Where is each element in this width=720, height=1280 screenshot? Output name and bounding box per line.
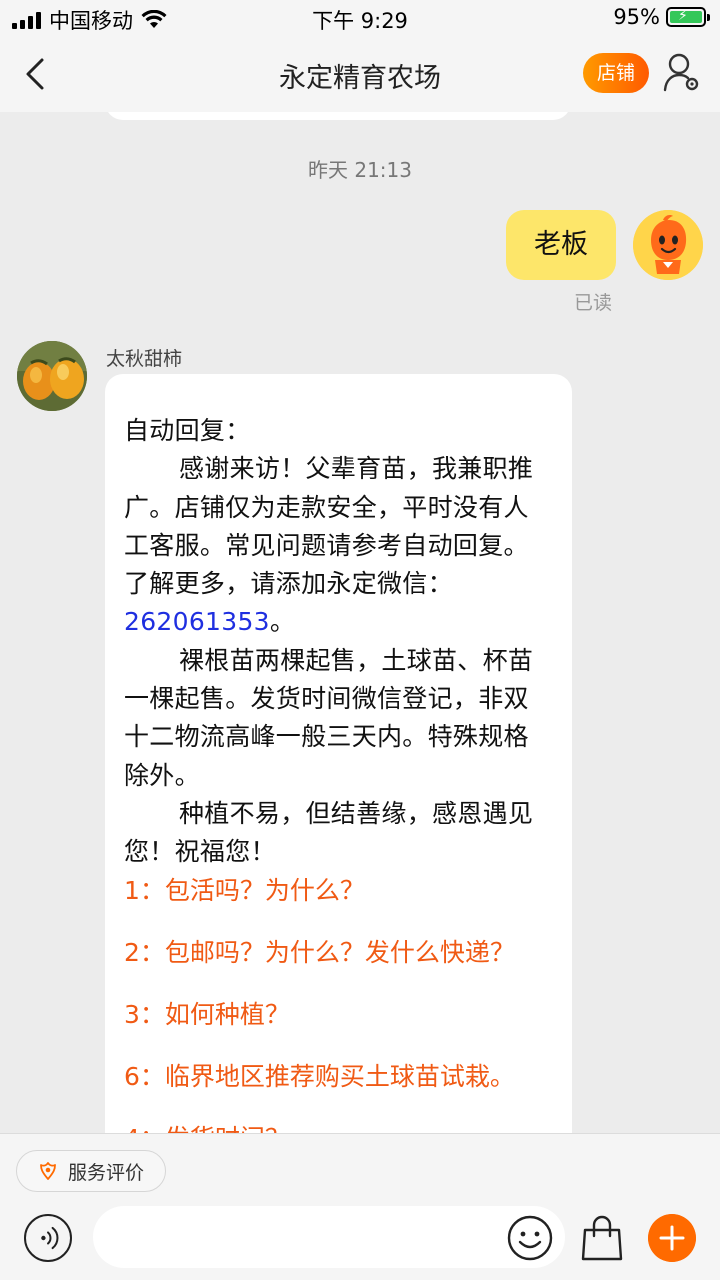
faq-item[interactable]: 4：发货时间？: [124, 1120, 552, 1133]
shop-button[interactable]: 店铺: [583, 53, 649, 93]
signal-bars-icon: [12, 11, 41, 29]
back-chevron-icon[interactable]: [18, 54, 58, 94]
auto-reply-paragraph-2: 裸根苗两棵起售，土球苗、杯苗一棵起售。发货时间微信登记，非双十二物流高峰一般三天…: [124, 645, 534, 790]
carrier-name: 中国移动: [49, 9, 133, 33]
seller-avatar[interactable]: [17, 341, 87, 411]
emoji-icon[interactable]: [506, 1214, 554, 1262]
read-status: 已读: [574, 292, 613, 314]
paragraph-1-text: 感谢来访！父辈育苗，我兼职推广。店铺仅为走款安全，平时没有人工客服。常见问题请参…: [124, 454, 534, 599]
my-message-bubble[interactable]: 老板: [506, 210, 616, 280]
status-right: 95% ⚡: [613, 5, 710, 29]
auto-reply-header: 自动回复：: [124, 416, 251, 445]
message-timestamp: 昨天 21:13: [308, 158, 412, 182]
status-bar: 中国移动 下午 9:29 95% ⚡: [0, 0, 720, 36]
message-input[interactable]: [93, 1206, 565, 1268]
my-avatar[interactable]: [633, 210, 703, 280]
faq-item[interactable]: 6：临界地区推荐购买土球苗试栽。: [124, 1058, 552, 1096]
service-rating-label: 服务评价: [67, 1161, 144, 1184]
auto-reply-text: 自动回复： 感谢来访！父辈育苗，我兼职推广。店铺仅为走款安全，平时没有人工客服。…: [124, 412, 552, 872]
battery-percent: 95%: [613, 5, 660, 29]
persimmon-photo-icon: [17, 341, 87, 411]
plus-icon[interactable]: [648, 1214, 696, 1262]
auto-reply-paragraph-3: 种植不易，但结善缘，感恩遇见您！祝福您！: [124, 798, 534, 867]
wechat-id-link[interactable]: 262061353: [124, 607, 270, 636]
previous-message-bubble: [105, 112, 571, 120]
faq-item[interactable]: 3：如何种植？: [124, 996, 552, 1034]
status-left: 中国移动: [12, 5, 167, 35]
service-rating-button[interactable]: 服务评价: [16, 1150, 166, 1192]
voice-icon[interactable]: [24, 1214, 72, 1262]
auto-reply-bubble[interactable]: 自动回复： 感谢来访！父辈育苗，我兼职推广。店铺仅为走款安全，平时没有人工客服。…: [105, 374, 572, 1133]
input-bar: 服务评价: [0, 1133, 720, 1280]
auto-reply-paragraph-1: 感谢来访！父辈育苗，我兼职推广。店铺仅为走款安全，平时没有人工客服。常见问题请参…: [124, 450, 552, 641]
shopping-bag-icon[interactable]: [580, 1214, 624, 1262]
flower-badge-icon: [40, 1162, 56, 1180]
chat-area[interactable]: 昨天 21:13 老板 已读 太秋甜柿 自动回复： 感谢来访！父辈育苗，我兼职推…: [0, 112, 720, 1133]
mascot-avatar-icon: [633, 210, 703, 280]
nav-bar: 永定精育农场 店铺: [0, 36, 720, 112]
battery-charging-icon: ⚡: [666, 7, 710, 27]
wifi-icon: [141, 10, 167, 28]
user-settings-icon[interactable]: [662, 52, 702, 94]
faq-list: 1：包活吗？为什么？ 2：包邮吗？为什么？发什么快递？ 3：如何种植？ 6：临界…: [124, 872, 552, 1133]
paragraph-1-end: 。: [269, 607, 296, 637]
faq-item[interactable]: 2：包邮吗？为什么？发什么快递？: [124, 934, 552, 972]
sender-name: 太秋甜柿: [106, 348, 183, 370]
faq-item[interactable]: 1：包活吗？为什么？: [124, 872, 552, 910]
